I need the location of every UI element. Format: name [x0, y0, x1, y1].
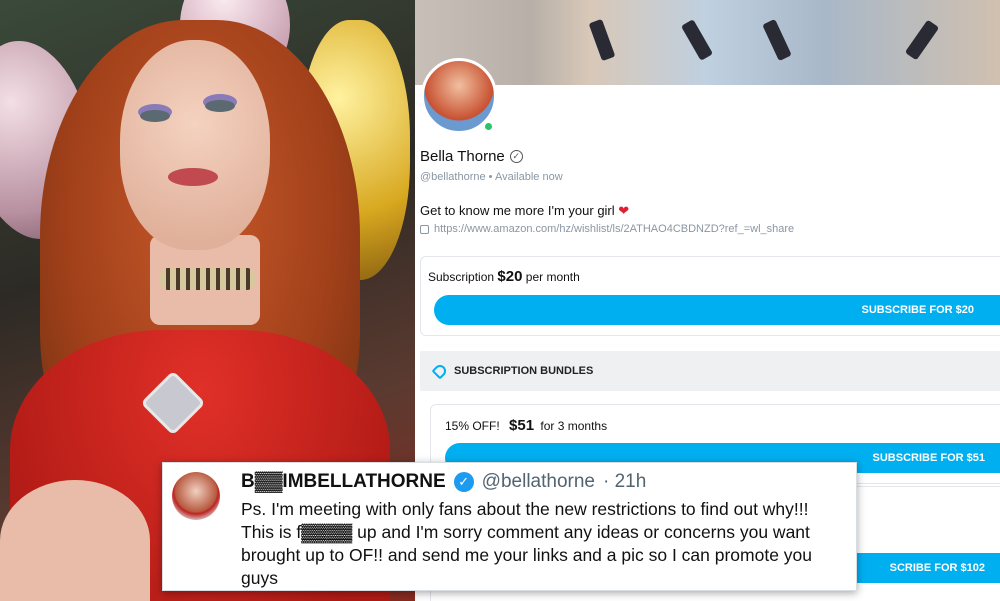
profile-link[interactable]: https://www.amazon.com/hz/wishlist/ls/2A…	[434, 223, 794, 235]
online-indicator	[483, 121, 494, 132]
heart-icon: ❤	[618, 203, 630, 218]
profile-bio: Get to know me more I'm your girl ❤	[420, 203, 629, 219]
tweet-avatar[interactable]	[172, 472, 220, 520]
subscription-period: per month	[525, 270, 580, 284]
tweet-handle[interactable]: @bellathorne	[482, 471, 595, 493]
cover-detail	[904, 19, 940, 61]
face	[120, 40, 270, 250]
bundle-discount: 15% OFF!	[445, 419, 500, 433]
profile-link-row[interactable]: https://www.amazon.com/hz/wishlist/ls/2A…	[420, 223, 794, 235]
eye-right	[205, 100, 235, 112]
subscription-price: $20	[497, 268, 523, 285]
tweet-card: B▓▓IMBELLATHORNE ✓ @bellathorne · 21h Ps…	[162, 462, 857, 591]
twitter-verified-icon: ✓	[453, 472, 474, 492]
profile-name: Bella Thorne	[420, 148, 505, 165]
tweet-text: Ps. I'm meeting with only fans about the…	[241, 499, 813, 588]
profile-status: Available now	[494, 171, 563, 183]
choker	[160, 268, 255, 290]
tag-icon	[431, 362, 449, 380]
subscription-label: Subscription $20 per month	[428, 268, 580, 285]
bundle-price: $51	[509, 417, 535, 434]
bundles-header-label: SUBSCRIPTION BUNDLES	[454, 365, 594, 377]
bundles-header[interactable]: SUBSCRIPTION BUNDLES	[420, 351, 1000, 391]
lips	[168, 168, 218, 186]
profile-meta: @bellathorne • Available now	[420, 171, 563, 183]
bundle-period: for 3 months	[540, 419, 608, 433]
link-icon	[420, 224, 429, 234]
tweet-header: B▓▓IMBELLATHORNE ✓ @bellathorne · 21h	[241, 471, 646, 493]
cover-image	[415, 0, 1000, 85]
verified-icon: ✓	[509, 150, 523, 163]
subscribe-button[interactable]: SUBSCRIBE FOR $20	[434, 295, 1000, 325]
eye-left	[140, 110, 170, 122]
profile-name-row: Bella Thorne ✓	[420, 148, 523, 165]
hand	[0, 480, 150, 601]
tweet-time[interactable]: · 21h	[603, 471, 646, 493]
bio-text: Get to know me more I'm your girl	[420, 203, 615, 218]
meta-separator: •	[488, 171, 493, 183]
cover-detail	[588, 18, 616, 62]
tweet-author-name[interactable]: B▓▓IMBELLATHORNE	[241, 471, 446, 493]
subscription-text: Subscription	[428, 270, 495, 284]
profile-handle: @bellathorne	[420, 171, 486, 183]
bundle-label: 15% OFF! $51 for 3 months	[445, 417, 607, 434]
cover-detail	[680, 19, 714, 61]
cover-detail	[762, 18, 792, 62]
